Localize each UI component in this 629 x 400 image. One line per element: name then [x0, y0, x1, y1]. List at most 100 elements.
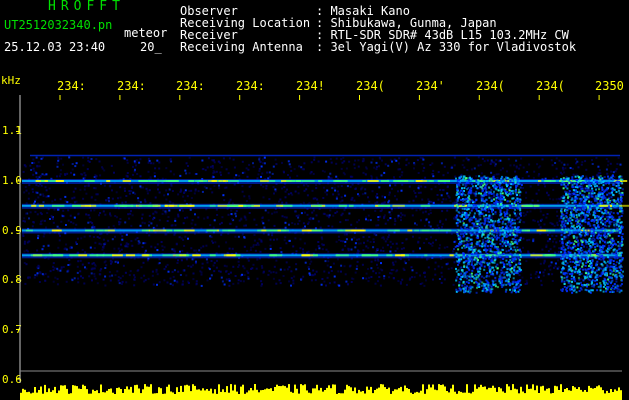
meteor-echo-pixel [614, 257, 617, 260]
signal-hotspot [235, 254, 241, 257]
signal-hotspot [619, 204, 629, 207]
noise-pixel [291, 222, 294, 224]
noise-pixel [211, 191, 214, 194]
meteor-echo-pixel [464, 213, 467, 216]
noise-pixel [95, 193, 98, 196]
noise-pixel [38, 165, 41, 168]
meteor-echo-pixel [499, 255, 502, 258]
noise-pixel [93, 272, 96, 275]
meteor-echo-pixel [574, 230, 577, 233]
noise-pixel [336, 190, 339, 193]
noise-pixel [124, 190, 126, 192]
meteor-echo-pixel [508, 193, 510, 195]
meteor-echo-pixel [492, 184, 495, 187]
noise-pixel [394, 250, 397, 252]
meteor-echo-pixel [508, 214, 511, 217]
meteor-echo-pixel [584, 239, 587, 242]
noise-pixel [194, 223, 197, 226]
meteor-echo-pixel [510, 240, 513, 243]
noise-pixel [41, 173, 44, 176]
signal-hotspot [106, 180, 111, 182]
meteor-echo-pixel [513, 219, 516, 222]
noise-pixel [48, 187, 51, 190]
noise-pixel [166, 220, 169, 222]
noise-pixel [472, 225, 475, 228]
noise-pixel [273, 192, 275, 195]
noise-pixel [127, 243, 130, 246]
noise-pixel [154, 167, 157, 170]
noise-pixel [178, 209, 181, 212]
meteor-echo-pixel [499, 277, 501, 280]
meteor-echo-pixel [484, 245, 487, 248]
noise-pixel [387, 219, 390, 222]
noise-pixel [65, 280, 68, 283]
noise-pixel [110, 261, 113, 264]
meteor-echo-pixel [473, 212, 476, 215]
meteor-echo-pixel [509, 255, 512, 258]
noise-pixel [34, 210, 37, 213]
noise-pixel [60, 266, 63, 269]
meteor-echo-pixel [508, 189, 511, 192]
meteor-echo-pixel [491, 250, 494, 253]
signal-hotspot [546, 254, 556, 257]
signal-hotspot [536, 229, 546, 232]
noise-pixel [271, 212, 274, 215]
noise-pixel [529, 210, 532, 213]
noise-pixel [390, 272, 393, 275]
noise-pixel [536, 199, 539, 202]
meteor-echo-pixel [518, 248, 521, 251]
noise-pixel [317, 245, 320, 247]
noise-pixel [311, 189, 314, 192]
noise-pixel [83, 235, 86, 238]
meteor-echo-pixel [511, 287, 514, 290]
noise-pixel [150, 222, 153, 225]
meteor-echo-pixel [570, 222, 573, 225]
noise-pixel [394, 260, 397, 263]
meteor-echo-pixel [466, 264, 469, 267]
noise-pixel [387, 164, 390, 167]
noise-pixel [371, 190, 374, 193]
noise-pixel [523, 214, 526, 217]
noise-pixel [258, 238, 261, 241]
noise-pixel [177, 193, 180, 196]
signal-hotspot [393, 180, 404, 182]
meteor-echo-pixel [483, 194, 486, 196]
noise-pixel [209, 277, 211, 280]
noise-pixel [67, 264, 70, 266]
noise-pixel [525, 196, 528, 199]
signal-hotspot [158, 229, 167, 232]
noise-pixel [228, 157, 231, 160]
meteor-echo-pixel [484, 236, 487, 239]
noise-pixel [577, 236, 580, 239]
meteor-echo-pixel [492, 175, 495, 178]
meteor-echo-pixel [470, 189, 473, 192]
noise-pixel [267, 233, 270, 236]
meteor-echo-pixel [465, 237, 468, 240]
noise-pixel [395, 242, 398, 245]
noise-pixel [327, 271, 330, 274]
noise-pixel [77, 281, 80, 284]
noise-pixel [375, 250, 378, 253]
noise-pixel [440, 162, 443, 165]
noise-pixel [215, 266, 218, 269]
noise-pixel [36, 272, 39, 275]
noise-pixel [35, 156, 38, 159]
noise-pixel [163, 279, 166, 282]
meteor-echo-pixel [503, 266, 506, 268]
noise-pixel [210, 260, 213, 262]
noise-pixel [290, 284, 292, 287]
noise-pixel [109, 184, 112, 187]
meteor-echo-pixel [468, 195, 471, 198]
noise-pixel [330, 161, 333, 164]
meteor-echo-pixel [602, 223, 605, 226]
noise-pixel [557, 266, 560, 269]
noise-pixel [201, 262, 204, 265]
noise-pixel [31, 162, 34, 164]
noise-pixel [314, 273, 316, 276]
noise-pixel [395, 270, 398, 273]
noise-pixel [388, 191, 391, 194]
meteor-echo-pixel [481, 275, 484, 278]
noise-pixel [103, 169, 106, 172]
noise-pixel [117, 276, 120, 278]
meteor-echo-pixel [622, 270, 624, 273]
